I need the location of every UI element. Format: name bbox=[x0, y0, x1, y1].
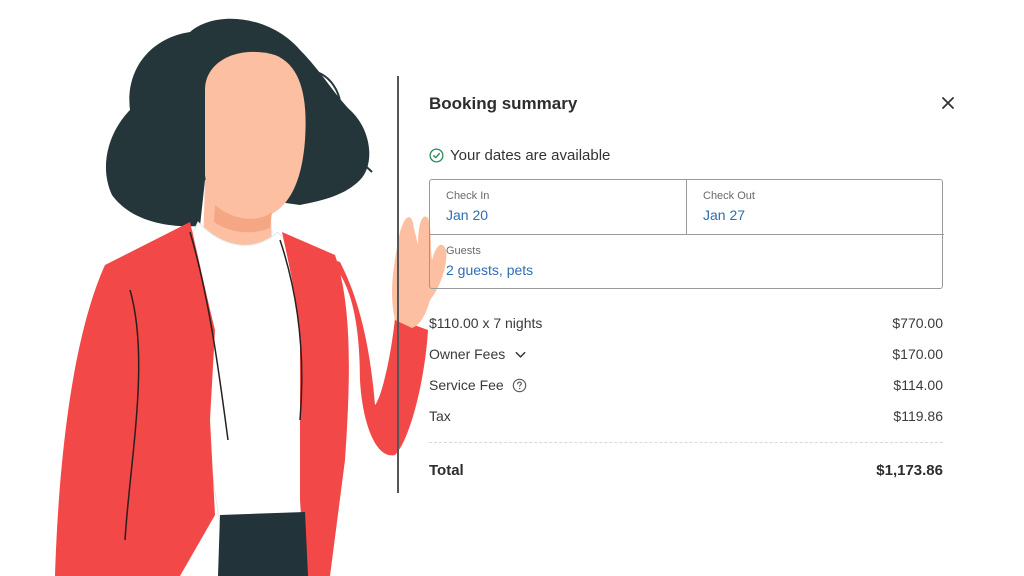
close-button[interactable] bbox=[938, 93, 958, 113]
vertical-divider bbox=[397, 76, 399, 493]
nights-label: $110.00 x 7 nights bbox=[429, 315, 543, 331]
help-circle-icon[interactable] bbox=[512, 378, 527, 393]
tax-amount: $119.86 bbox=[893, 408, 943, 424]
line-item-nights: $110.00 x 7 nights $770.00 bbox=[429, 315, 943, 346]
availability-message: Your dates are available bbox=[429, 147, 610, 164]
check-out-value: Jan 27 bbox=[703, 207, 746, 223]
skirt bbox=[218, 512, 308, 576]
total-divider bbox=[429, 442, 943, 443]
owner-fees-label: Owner Fees bbox=[429, 346, 506, 362]
total-label: Total bbox=[429, 462, 464, 479]
tax-label: Tax bbox=[429, 408, 451, 424]
check-in-label: Check In bbox=[446, 190, 490, 202]
line-item-label: Service Fee bbox=[429, 377, 527, 393]
guests-label: Guests bbox=[446, 245, 481, 257]
woman-waving-illustration bbox=[55, 18, 447, 576]
check-in-field[interactable]: Check In Jan 20 bbox=[430, 180, 687, 235]
line-item-owner-fees: Owner Fees $170.00 bbox=[429, 346, 943, 377]
line-item-label: $110.00 x 7 nights bbox=[429, 315, 542, 331]
nights-amount: $770.00 bbox=[892, 315, 943, 331]
booking-fields: Check In Jan 20 Check Out Jan 27 Guests … bbox=[429, 179, 944, 290]
availability-text: Your dates are available bbox=[450, 147, 611, 164]
service-fee-amount: $114.00 bbox=[893, 377, 943, 393]
jacket-left bbox=[55, 222, 215, 576]
guests-field[interactable]: Guests 2 guests, pets bbox=[430, 235, 944, 290]
guests-value: 2 guests, pets bbox=[446, 262, 534, 278]
price-breakdown: $110.00 x 7 nights $770.00 Owner Fees $1… bbox=[429, 315, 943, 439]
face bbox=[205, 51, 306, 219]
service-fee-label: Service Fee bbox=[429, 377, 504, 393]
line-item-service-fee: Service Fee $114.00 bbox=[429, 377, 943, 408]
owner-fees-amount: $170.00 bbox=[892, 346, 943, 362]
close-icon bbox=[942, 97, 954, 109]
total-amount: $1,173.86 bbox=[876, 462, 943, 479]
chevron-down-icon[interactable] bbox=[513, 347, 528, 362]
check-out-field[interactable]: Check Out Jan 27 bbox=[687, 180, 944, 235]
line-item-label[interactable]: Owner Fees bbox=[429, 346, 528, 362]
check-out-label: Check Out bbox=[703, 190, 755, 202]
check-circle-icon bbox=[429, 148, 444, 163]
check-in-value: Jan 20 bbox=[446, 207, 489, 223]
panel-title: Booking summary bbox=[429, 94, 578, 113]
line-item-tax: Tax $119.86 bbox=[429, 408, 943, 439]
line-item-label: Tax bbox=[429, 408, 451, 424]
